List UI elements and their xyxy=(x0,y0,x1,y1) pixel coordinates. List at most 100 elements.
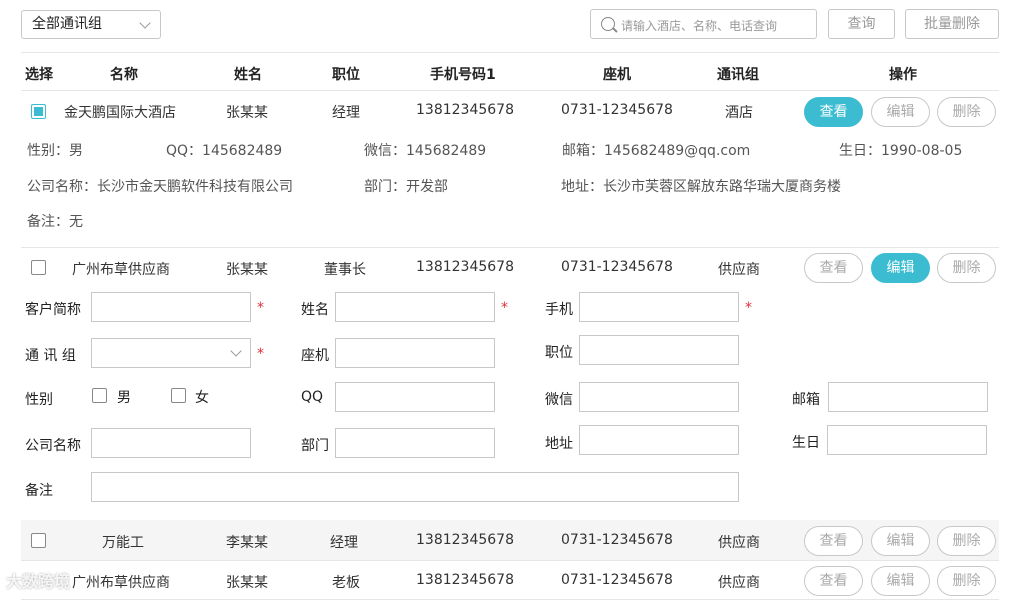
required-mark: * xyxy=(501,300,508,316)
customer-short-input[interactable] xyxy=(91,292,251,322)
qq-label: QQ xyxy=(301,389,324,405)
row-name: 广州布草供应商 xyxy=(72,575,170,591)
wechat-label: 微信 xyxy=(545,392,573,408)
row-name: 万能工 xyxy=(102,535,144,551)
watermark: 大数跨境 xyxy=(6,568,70,592)
row-group: 供应商 xyxy=(718,575,760,591)
note-input[interactable] xyxy=(91,472,739,502)
address-input[interactable] xyxy=(579,425,739,455)
edit-button[interactable]: 编辑 xyxy=(871,97,930,127)
detail-qq: QQ：145682489 xyxy=(166,143,283,159)
group-select[interactable] xyxy=(91,338,251,368)
row-mobile: 13812345678 xyxy=(416,572,514,588)
customer-short-label: 客户简称 xyxy=(25,302,81,318)
phone-label: 座机 xyxy=(301,348,329,364)
row-mobile: 13812345678 xyxy=(416,532,514,548)
address-label: 地址 xyxy=(545,436,573,452)
row-name: 广州布草供应商 xyxy=(72,262,170,278)
company-label: 公司名称 xyxy=(25,438,81,454)
row-phone: 0731-12345678 xyxy=(561,532,673,548)
row-position: 老板 xyxy=(332,575,360,591)
row-mobile: 13812345678 xyxy=(416,102,514,118)
search-input[interactable]: 请输入酒店、名称、电话查询 xyxy=(590,9,817,39)
female-label: 女 xyxy=(195,390,209,406)
header-person: 姓名 xyxy=(234,67,262,83)
phone-input[interactable] xyxy=(335,338,495,368)
row-group: 酒店 xyxy=(725,105,753,121)
search-placeholder: 请输入酒店、名称、电话查询 xyxy=(621,19,778,33)
row-checkbox[interactable] xyxy=(31,260,46,275)
row-position: 董事长 xyxy=(324,262,366,278)
divider xyxy=(21,52,999,53)
dept-label: 部门 xyxy=(301,438,329,454)
delete-button[interactable]: 删除 xyxy=(937,526,996,556)
query-button[interactable]: 查询 xyxy=(828,9,895,39)
detail-address: 地址：长沙市芙蓉区解放东路华瑞大厦商务楼 xyxy=(561,179,841,195)
header-select: 选择 xyxy=(25,67,53,83)
view-button[interactable]: 查看 xyxy=(804,253,863,283)
header-mobile: 手机号码1 xyxy=(430,67,496,83)
divider xyxy=(21,90,999,91)
mobile-input[interactable] xyxy=(579,292,739,322)
watermark-text: 大数跨境 xyxy=(6,572,71,591)
detail-company: 公司名称：长沙市金天鹏软件科技有限公司 xyxy=(27,179,293,195)
group-filter-value: 全部通讯组 xyxy=(32,16,102,32)
divider xyxy=(21,599,999,600)
divider xyxy=(21,560,999,561)
qq-input[interactable] xyxy=(335,382,495,412)
view-button[interactable]: 查看 xyxy=(804,526,863,556)
row-group: 供应商 xyxy=(718,262,760,278)
edit-button[interactable]: 编辑 xyxy=(871,526,930,556)
search-icon xyxy=(601,17,615,31)
detail-gender: 性别：男 xyxy=(27,143,83,159)
row-person: 张某某 xyxy=(226,575,268,591)
delete-button[interactable]: 删除 xyxy=(937,566,996,596)
mobile-label: 手机 xyxy=(545,302,573,318)
detail-note: 备注：无 xyxy=(27,214,83,230)
header-phone: 座机 xyxy=(603,67,631,83)
male-checkbox[interactable] xyxy=(92,388,107,403)
row-person: 张某某 xyxy=(226,105,268,121)
view-button[interactable]: 查看 xyxy=(804,97,863,127)
divider xyxy=(21,247,999,248)
batch-delete-button[interactable]: 批量删除 xyxy=(905,9,999,39)
dept-input[interactable] xyxy=(335,428,495,458)
row-phone: 0731-12345678 xyxy=(561,572,673,588)
birthday-input[interactable] xyxy=(827,425,987,455)
row-position: 经理 xyxy=(330,535,358,551)
edit-button[interactable]: 编辑 xyxy=(871,253,930,283)
male-label: 男 xyxy=(117,390,131,406)
chevron-down-icon xyxy=(230,345,242,357)
group-filter-select[interactable]: 全部通讯组 xyxy=(21,10,161,39)
chevron-down-icon xyxy=(139,17,151,29)
detail-birthday: 生日：1990-08-05 xyxy=(839,143,963,159)
detail-dept: 部门：开发部 xyxy=(364,179,448,195)
row-person: 张某某 xyxy=(226,262,268,278)
row-phone: 0731-12345678 xyxy=(561,259,673,275)
position-input[interactable] xyxy=(579,335,739,365)
required-mark: * xyxy=(257,346,264,362)
row-person: 李某某 xyxy=(226,535,268,551)
company-input[interactable] xyxy=(91,428,251,458)
delete-button[interactable]: 删除 xyxy=(937,97,996,127)
row-checkbox[interactable] xyxy=(31,104,46,119)
email-input[interactable] xyxy=(828,382,988,412)
header-position: 职位 xyxy=(332,67,360,83)
delete-button[interactable]: 删除 xyxy=(937,253,996,283)
female-checkbox[interactable] xyxy=(171,388,186,403)
row-group: 供应商 xyxy=(718,535,760,551)
birthday-label: 生日 xyxy=(792,435,820,451)
view-button[interactable]: 查看 xyxy=(804,566,863,596)
wechat-input[interactable] xyxy=(579,382,739,412)
header-actions: 操作 xyxy=(889,67,917,83)
row-checkbox[interactable] xyxy=(31,533,46,548)
edit-button[interactable]: 编辑 xyxy=(871,566,930,596)
row-name: 金天鹏国际大酒店 xyxy=(64,105,176,121)
row-phone: 0731-12345678 xyxy=(561,102,673,118)
detail-email: 邮箱：145682489@qq.com xyxy=(562,143,751,159)
row-position: 经理 xyxy=(332,105,360,121)
email-label: 邮箱 xyxy=(792,392,820,408)
required-mark: * xyxy=(257,300,264,316)
name-input[interactable] xyxy=(335,292,495,322)
header-group: 通讯组 xyxy=(717,67,759,83)
